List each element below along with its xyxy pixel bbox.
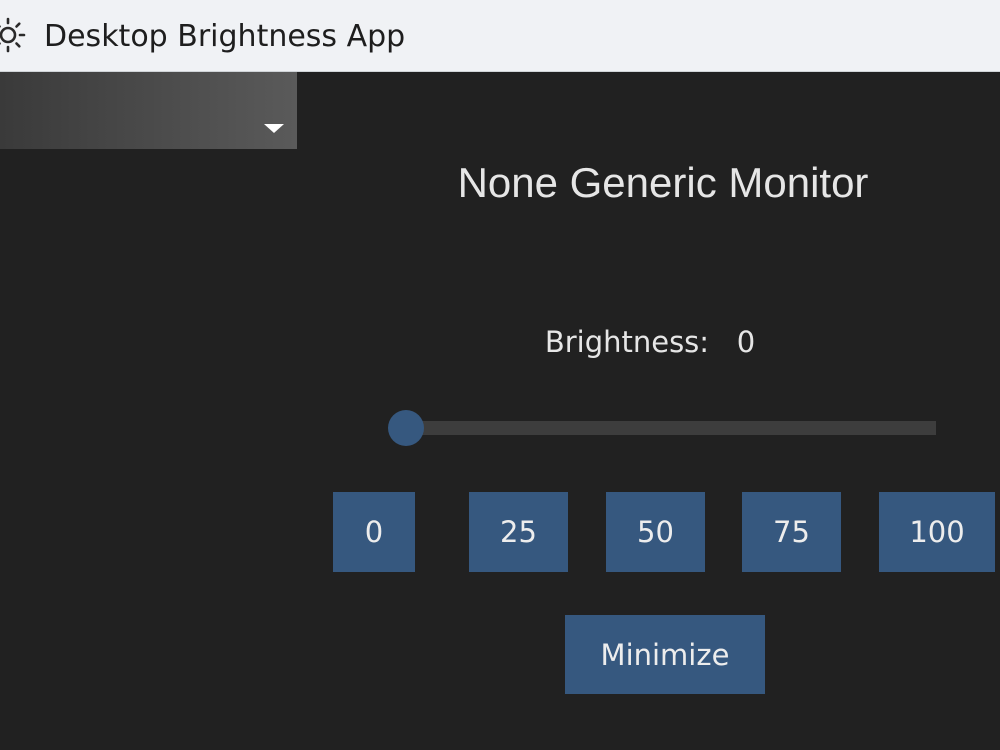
app-window: Desktop Brightness App None Generic Moni…: [0, 0, 1000, 750]
window-title: Desktop Brightness App: [44, 19, 406, 54]
brightness-value: 0: [736, 325, 756, 359]
brightness-slider[interactable]: [388, 408, 936, 448]
title-bar: Desktop Brightness App: [0, 0, 1000, 72]
sun-icon: [0, 17, 26, 53]
preset-50-button[interactable]: 50: [606, 492, 705, 572]
brightness-readout: Brightness: 0: [350, 324, 950, 360]
slider-track[interactable]: [406, 421, 936, 435]
preset-75-button[interactable]: 75: [742, 492, 841, 572]
slider-thumb[interactable]: [388, 410, 424, 446]
preset-0-button[interactable]: 0: [333, 492, 415, 572]
minimize-button[interactable]: Minimize: [565, 615, 765, 694]
chevron-down-icon[interactable]: [264, 124, 284, 133]
preset-25-button[interactable]: 25: [469, 492, 568, 572]
brightness-label: Brightness:: [544, 325, 710, 359]
monitor-select-dropdown[interactable]: [0, 72, 297, 149]
preset-100-button[interactable]: 100: [879, 492, 995, 572]
main-panel: None Generic Monitor Brightness: 0 0 25 …: [0, 72, 1000, 750]
monitor-name-heading: None Generic Monitor: [457, 159, 869, 206]
